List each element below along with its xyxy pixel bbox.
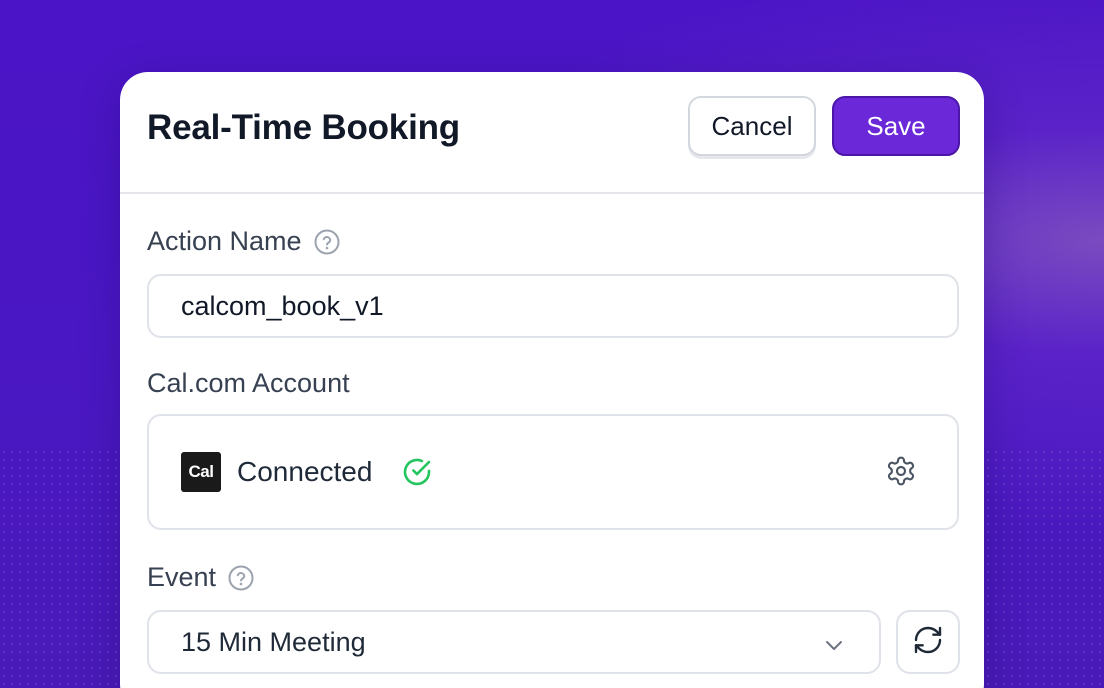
refresh-icon [912,624,944,661]
action-name-label: Action Name [147,226,302,256]
connection-status: Connected [237,456,373,487]
event-label: Event [147,562,217,592]
cal-logo: Cal [181,452,221,492]
event-select[interactable]: 15 Min Meeting [147,610,881,674]
dialog-header: Real-Time Booking Cancel Save [120,72,984,194]
cancel-button[interactable]: Cancel [688,96,816,156]
gear-icon[interactable] [885,455,917,487]
question-circle-icon[interactable] [228,565,254,591]
action-name-input[interactable]: calcom_book_v1 [147,274,959,338]
booking-dialog: Real-Time Booking Cancel Save Action Nam… [120,72,984,688]
refresh-events-button[interactable] [896,610,960,674]
check-circle-icon [401,456,433,488]
account-label: Cal.com Account [147,368,350,398]
event-selected-value: 15 Min Meeting [181,627,366,657]
save-button[interactable]: Save [832,96,960,156]
dialog-title: Real-Time Booking [147,108,460,147]
event-label-row: Event [147,562,254,593]
action-name-label-row: Action Name [147,226,340,257]
account-card: Cal Connected [147,414,959,530]
action-name-value: calcom_book_v1 [181,291,384,321]
chevron-down-icon [823,634,845,656]
account-label-row: Cal.com Account [147,368,350,399]
question-circle-icon[interactable] [314,229,340,255]
